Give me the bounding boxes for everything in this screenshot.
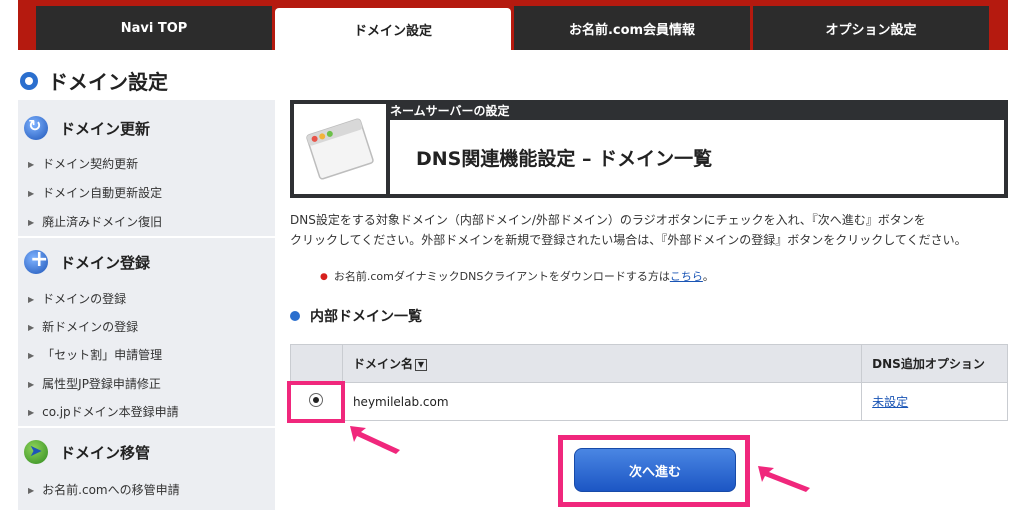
header-title: DNS関連機能設定 – ドメイン一覧 (390, 120, 1004, 194)
select-column-header (290, 344, 343, 383)
sidebar-item-cojp[interactable]: ▶ co.jpドメイン本登録申請 (28, 403, 179, 420)
sidebar-item-restore[interactable]: ▶ 廃止済みドメイン復旧 (28, 213, 162, 230)
download-link[interactable]: こちら (670, 270, 703, 283)
sidebar-item-jp-fix[interactable]: ▶ 属性型JP登録申請修正 (28, 375, 161, 392)
tab-navi-top[interactable]: Navi TOP (36, 6, 272, 50)
sidebar-item-set-discount[interactable]: ▶ 「セット割」申請管理 (28, 346, 162, 363)
arrow-icon (758, 466, 810, 492)
transfer-icon (24, 440, 48, 464)
description-line: DNS設定をする対象ドメイン（内部ドメイン/外部ドメイン）のラジオボタンにチェッ… (290, 213, 926, 227)
sidebar-section-renew: ドメイン更新 (18, 116, 275, 140)
dot-icon (290, 311, 300, 321)
dns-option-cell: 未設定 (861, 382, 1008, 421)
tab-domain-settings[interactable]: ドメイン設定 (275, 8, 511, 50)
tab-option-settings[interactable]: オプション設定 (753, 6, 989, 50)
sidebar-section-title: ドメイン登録 (60, 253, 151, 272)
table-row: heymilelab.com 未設定 (290, 382, 1008, 421)
description: DNS設定をする対象ドメイン（内部ドメイン/外部ドメイン）のラジオボタンにチェッ… (290, 210, 1008, 250)
sidebar-item-transfer-request[interactable]: ▶ お名前.comへの移管申請 (28, 481, 180, 498)
divider (18, 426, 275, 428)
sidebar-item-contract-renewal[interactable]: ▶ ドメイン契約更新 (28, 155, 138, 172)
sort-icon[interactable]: ▼ (414, 359, 427, 371)
sidebar-section-transfer: ドメイン移管 (18, 440, 275, 464)
highlight-box-radio (287, 381, 345, 423)
tab-member-info[interactable]: お名前.com会員情報 (514, 6, 750, 50)
page-title-text: ドメイン設定 (48, 70, 168, 94)
sidebar-section-register: ドメイン登録 (18, 247, 275, 274)
domain-cell: heymilelab.com (341, 382, 863, 421)
description-line: クリックしてください。外部ドメインを新規で登録されたい場合は、『外部ドメインの登… (290, 233, 967, 247)
sidebar-section-title: ドメイン更新 (60, 119, 151, 138)
next-button[interactable]: 次へ進む (574, 448, 736, 492)
divider (18, 236, 275, 238)
download-note: ● お名前.comダイナミックDNSクライアントをダウンロードする方はこちら。 (320, 270, 714, 283)
header-box: ネームサーバーの設定 DNS関連機能設定 – ドメイン一覧 (290, 100, 1008, 198)
circle-icon (20, 71, 38, 90)
sidebar-section-title: ドメイン移管 (60, 443, 151, 462)
sidebar-item-auto-renewal[interactable]: ▶ ドメイン自動更新設定 (28, 184, 162, 201)
plus-icon (24, 247, 48, 274)
section-title: 内部ドメイン一覧 (290, 306, 422, 326)
page-title: ドメイン設定 (20, 66, 168, 95)
domain-table: ドメイン名 ▼ DNS追加オプション heymilelab.com 未設定 (290, 344, 1008, 421)
dns-option-link[interactable]: 未設定 (872, 395, 908, 409)
header-subtitle: ネームサーバーの設定 (390, 104, 510, 118)
top-nav: Navi TOP ドメイン設定 お名前.com会員情報 オプション設定 (18, 0, 1008, 50)
arrow-icon (350, 426, 400, 454)
table-header-row: ドメイン名 ▼ DNS追加オプション (290, 344, 1008, 383)
bullet-icon: ● (320, 272, 328, 282)
sidebar-item-new-domain[interactable]: ▶ 新ドメインの登録 (28, 318, 138, 335)
sidebar-item-domain-register[interactable]: ▶ ドメインの登録 (28, 290, 126, 307)
sidebar: ドメイン更新 ▶ドメイン契約更新 ▶ドメイン自動更新設定 ▶廃止済みドメイン復旧… (18, 100, 275, 510)
domain-column-header: ドメイン名 ▼ (341, 344, 863, 383)
renew-icon (24, 116, 48, 140)
dns-option-column-header: DNS追加オプション (861, 344, 1008, 383)
window-icon (294, 104, 386, 194)
